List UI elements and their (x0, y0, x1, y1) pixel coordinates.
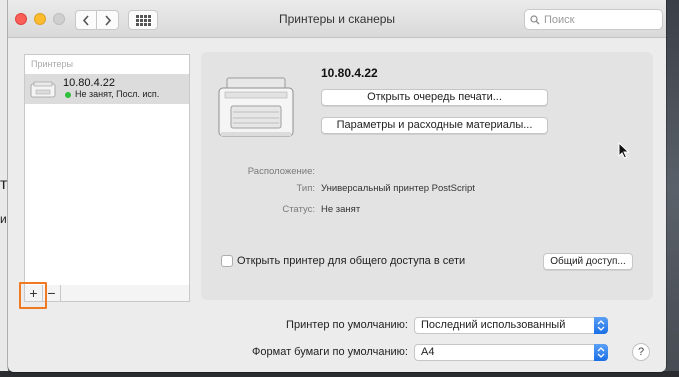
paper-size-value: A4 (421, 346, 435, 358)
printer-name: 10.80.4.22 (321, 66, 378, 80)
mouse-cursor-icon (618, 142, 630, 159)
search-field[interactable]: Поиск (524, 9, 663, 30)
open-print-queue-button[interactable]: Открыть очередь печати... (321, 89, 548, 106)
paper-size-select[interactable]: A4 (414, 344, 608, 361)
status-label: Статус: (282, 204, 315, 215)
printer-list-item[interactable]: 10.80.4.22 Не занят, Посл. исп. (25, 74, 189, 104)
help-button[interactable]: ? (632, 343, 650, 361)
printer-large-icon (218, 77, 294, 137)
default-printer-label: Принтер по умолчанию: (286, 319, 408, 331)
share-printer-checkbox[interactable] (221, 255, 233, 267)
status-dot-icon (65, 92, 71, 98)
search-placeholder: Поиск (544, 13, 575, 26)
printer-list-header: Принтеры (31, 59, 73, 69)
type-value: Универсальный принтер PostScript (321, 183, 475, 194)
title-bar: Принтеры и сканеры Поиск (8, 0, 666, 38)
share-printer-label[interactable]: Открыть принтер для общего доступа в сет… (237, 255, 465, 267)
up-down-chevron-icon (594, 317, 608, 334)
printer-icon (30, 81, 56, 98)
paper-size-label: Формат бумаги по умолчанию: (252, 346, 408, 358)
default-printer-value: Последний использованный (421, 319, 566, 331)
printer-list-item-status: Не занят, Посл. исп. (75, 89, 160, 99)
type-label: Тип: (296, 183, 315, 194)
printer-list-item-name: 10.80.4.22 (63, 77, 115, 89)
background-left: т и (0, 0, 8, 377)
up-down-chevron-icon (594, 344, 608, 361)
background-text-fragment: т (0, 176, 8, 193)
desktop-background (666, 0, 679, 377)
location-label: Расположение: (247, 166, 315, 177)
search-icon (530, 14, 540, 24)
printer-list: Принтеры 10.80.4.22 Не занят, Посл. исп. (24, 54, 190, 287)
printer-details-panel: 10.80.4.22 Открыть очередь печати... Пар… (201, 52, 653, 300)
sharing-preferences-button[interactable]: Общий доступ... (543, 253, 633, 270)
share-printer-row[interactable]: Открыть принтер для общего доступа в сет… (221, 255, 465, 267)
default-printer-select[interactable]: Последний использованный (414, 317, 608, 334)
add-button-highlight (19, 282, 47, 309)
status-value: Не занят (321, 204, 361, 215)
printer-list-toolbar: + − (24, 285, 190, 302)
printers-window: Принтеры и сканеры Поиск Принтеры 10.80.… (8, 0, 666, 372)
options-supplies-button[interactable]: Параметры и расходные материалы... (321, 117, 548, 134)
background-text-fragment: и (0, 212, 7, 226)
